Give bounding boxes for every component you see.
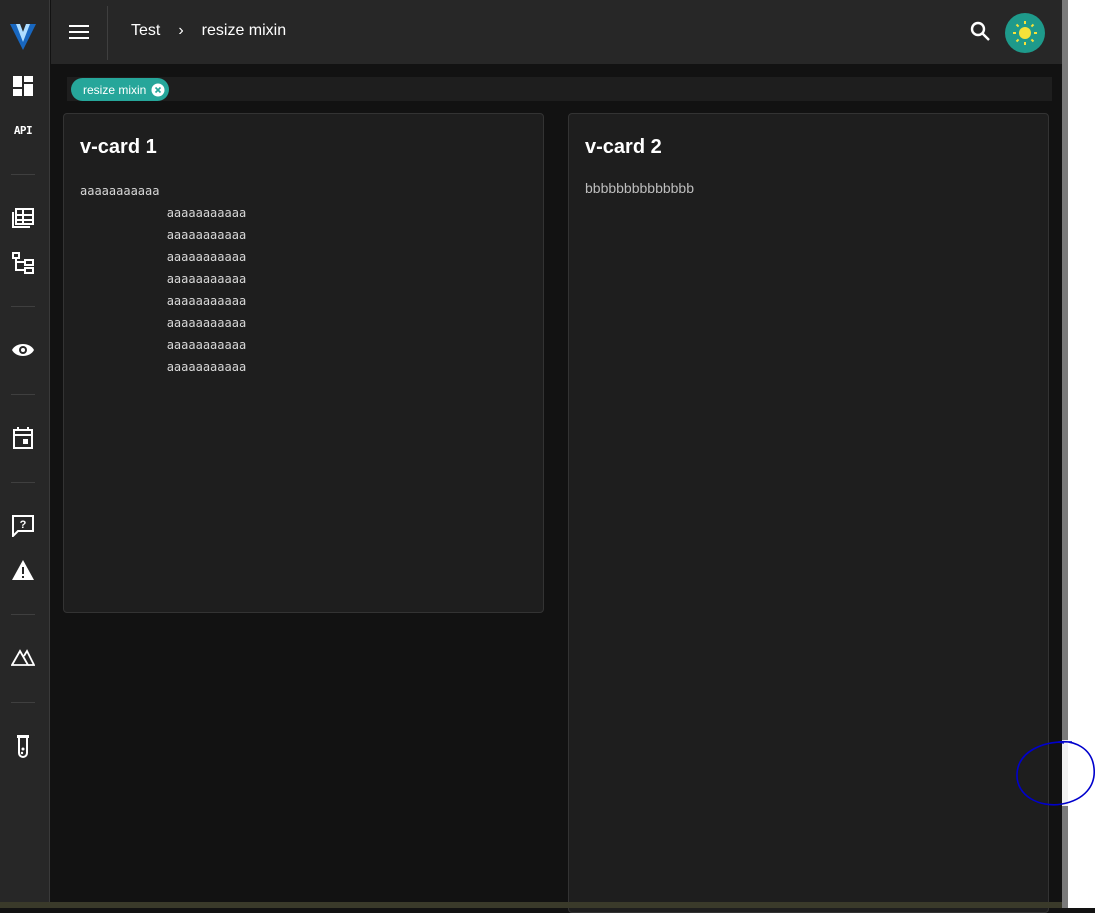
sitemap-icon[interactable] — [11, 251, 35, 275]
rail-divider — [11, 174, 35, 175]
annotation-circle — [1016, 740, 1095, 806]
rail-divider — [11, 394, 35, 395]
card-title: v-card 2 — [585, 136, 662, 158]
question-message-icon[interactable]: ? — [11, 514, 35, 538]
chip-resize-mixin[interactable]: resize mixin — [71, 78, 170, 101]
test-tube-icon[interactable] — [11, 734, 35, 758]
breadcrumb: Test › resize mixin — [131, 22, 286, 40]
search-icon[interactable] — [969, 20, 993, 44]
chevron-right-icon: › — [178, 22, 184, 39]
card-1: v-card 1 aaaaaaaaaaa aaaaaaaaaaa aaaaaaa… — [63, 113, 544, 613]
card-2: v-card 2 bbbbbbbbbbbbbb — [568, 113, 1049, 913]
rail-divider — [11, 482, 35, 483]
breadcrumb-item-test[interactable]: Test — [131, 22, 160, 40]
appbar-divider — [107, 6, 108, 60]
rail-divider — [11, 614, 35, 615]
nuxt-icon[interactable] — [11, 646, 35, 670]
rail-divider — [11, 702, 35, 703]
eye-icon[interactable] — [11, 338, 35, 362]
alert-icon[interactable] — [11, 558, 35, 582]
card-text: bbbbbbbbbbbbbb — [585, 180, 695, 196]
sun-icon — [1013, 21, 1037, 45]
card-title: v-card 1 — [80, 136, 157, 158]
rail-divider — [11, 306, 35, 307]
vuetify-logo-icon[interactable] — [8, 20, 38, 52]
breadcrumb-item-current: resize mixin — [201, 22, 287, 39]
card-text: aaaaaaaaaaa aaaaaaaaaaa aaaaaaaaaaa aaaa… — [80, 184, 247, 374]
bottom-edge — [0, 902, 1062, 908]
app-bar: Test › resize mixin — [51, 0, 1062, 64]
svg-text:?: ? — [20, 519, 27, 531]
table-icon[interactable] — [11, 206, 35, 230]
navigation-rail: API ? — [0, 0, 50, 908]
dashboard-icon[interactable] — [11, 74, 35, 98]
api-label: API — [13, 123, 33, 137]
menu-icon[interactable] — [65, 20, 93, 44]
chip-label: resize mixin — [83, 82, 147, 97]
theme-toggle-button[interactable] — [1005, 13, 1045, 53]
close-circle-icon[interactable] — [151, 83, 165, 97]
api-icon[interactable]: API — [11, 118, 35, 142]
tag-bar: resize mixin — [67, 77, 1052, 101]
calendar-icon[interactable] — [11, 426, 35, 450]
